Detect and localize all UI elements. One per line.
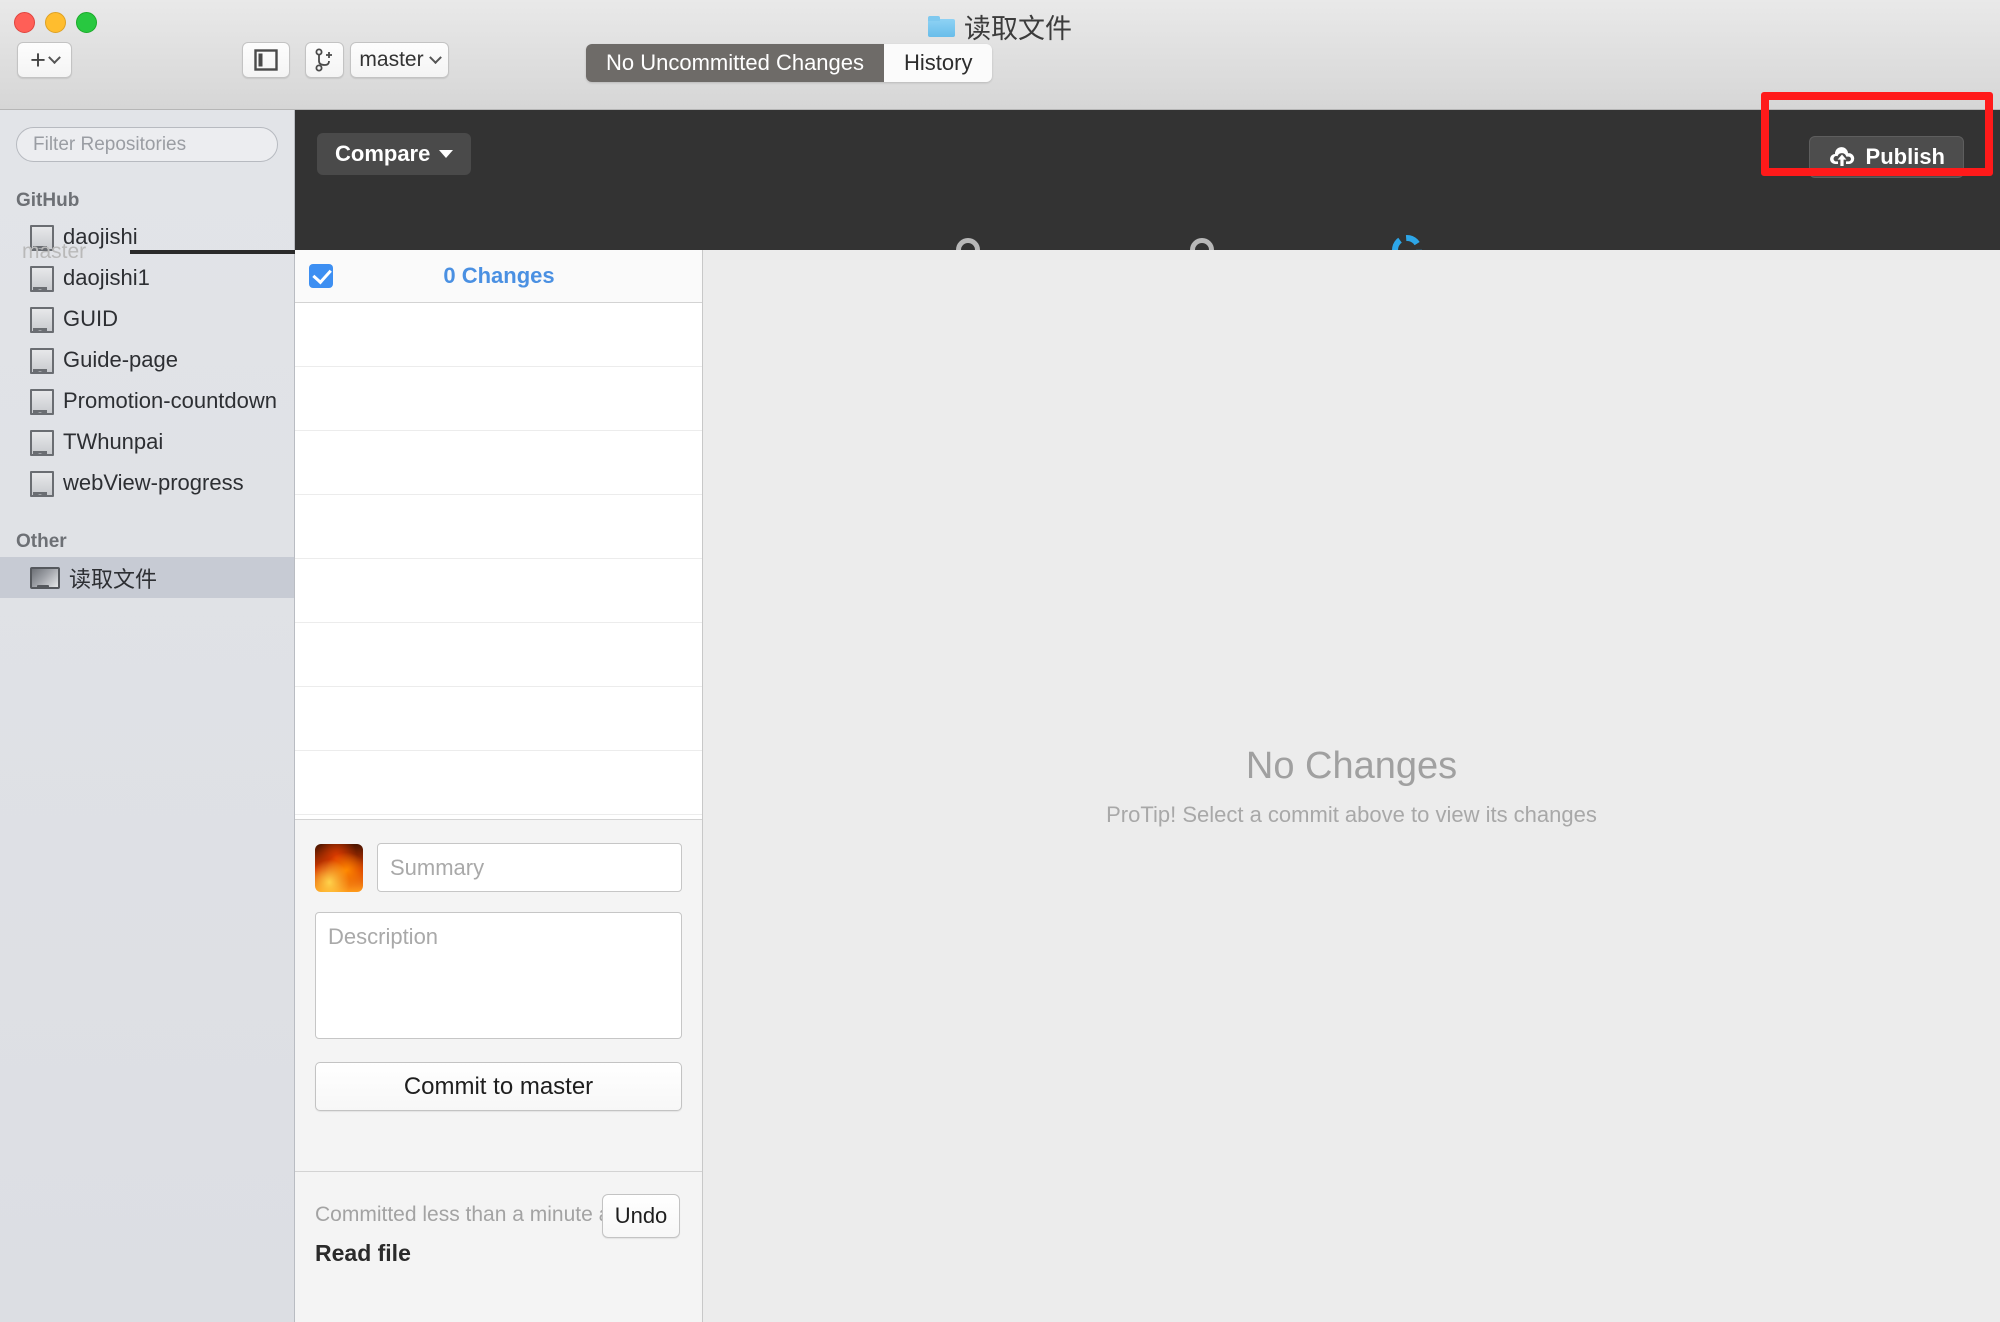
- changes-count-label: 0 Changes: [295, 263, 703, 289]
- empty-state-title: No Changes: [1246, 745, 1457, 788]
- commit-form: Summary Description Commit to master: [295, 819, 702, 1171]
- filter-repositories-input[interactable]: Filter Repositories: [16, 127, 278, 162]
- list-item[interactable]: [295, 303, 702, 367]
- repo-icon: [30, 348, 50, 372]
- empty-state-subtitle: ProTip! Select a commit above to view it…: [1106, 802, 1597, 828]
- repo-icon: [30, 389, 50, 413]
- branch-selector-label: master: [359, 48, 423, 72]
- summary-placeholder: Summary: [390, 855, 484, 881]
- changes-panel: 0 Changes Summary Description Commit to …: [295, 250, 703, 1322]
- changes-list: [295, 303, 702, 815]
- sidebar-item-label: 读取文件: [69, 562, 157, 594]
- view-tabs: No Uncommitted Changes History: [586, 44, 992, 82]
- publish-label: Publish: [1866, 144, 1945, 170]
- repo-icon: [30, 307, 50, 331]
- list-item[interactable]: [295, 367, 702, 431]
- compare-button[interactable]: Compare: [317, 133, 471, 175]
- repo-icon: [30, 471, 50, 495]
- window-title-text: 读取文件: [964, 7, 1072, 46]
- plus-icon: +: [30, 47, 46, 74]
- list-item[interactable]: [295, 431, 702, 495]
- sidebar-item-label: webView-progress: [63, 470, 244, 496]
- changes-header: 0 Changes: [295, 250, 702, 303]
- repo-icon: [30, 266, 50, 290]
- sidebar-item-guide-page[interactable]: Guide-page: [0, 339, 294, 380]
- triangle-down-icon: [439, 150, 453, 158]
- sidebar-panel-icon: [254, 49, 278, 71]
- list-item[interactable]: [295, 751, 702, 815]
- chevron-down-icon: [429, 51, 442, 64]
- filter-placeholder: Filter Repositories: [33, 134, 186, 156]
- publish-button[interactable]: Publish: [1809, 136, 1964, 178]
- summary-input[interactable]: Summary: [377, 843, 682, 892]
- timeline-branch-label: master: [22, 240, 86, 264]
- commit-to-master-button[interactable]: Commit to master: [315, 1062, 682, 1111]
- last-commit-time: Committed less than a minute ago: [315, 1203, 634, 1227]
- folder-icon: [928, 16, 955, 37]
- add-repository-button[interactable]: +: [17, 42, 72, 78]
- window-title: 读取文件: [0, 6, 2000, 46]
- sidebar-group-github: GitHub: [16, 190, 294, 212]
- undo-button[interactable]: Undo: [602, 1194, 680, 1238]
- title-bar: 读取文件 + master No Uncommitted Ch: [0, 0, 2000, 110]
- list-item[interactable]: [295, 559, 702, 623]
- sidebar: Filter Repositories GitHub daojishi daoj…: [0, 110, 295, 1322]
- sidebar-toggle-button[interactable]: [242, 42, 290, 78]
- sidebar-item-guid[interactable]: GUID: [0, 298, 294, 339]
- branch-selector-button[interactable]: master: [350, 42, 449, 78]
- chevron-down-icon: [48, 51, 61, 64]
- sidebar-item-label: Promotion-countdown: [63, 388, 277, 414]
- sidebar-item-label: TWhunpai: [63, 429, 163, 455]
- list-item[interactable]: [295, 623, 702, 687]
- sidebar-item-webview-progress[interactable]: webView-progress: [0, 462, 294, 503]
- list-item[interactable]: [295, 495, 702, 559]
- compare-label: Compare: [335, 141, 430, 167]
- diff-empty-state: No Changes ProTip! Select a commit above…: [703, 250, 2000, 1322]
- branch-plus-icon: [314, 48, 336, 72]
- description-input[interactable]: Description: [315, 912, 682, 1039]
- avatar: [315, 844, 363, 892]
- tab-history[interactable]: History: [884, 44, 992, 82]
- sidebar-item-dqwj[interactable]: 读取文件: [0, 557, 294, 598]
- sidebar-group-other: Other: [16, 531, 294, 553]
- list-item[interactable]: [295, 687, 702, 751]
- sidebar-item-label: Guide-page: [63, 347, 178, 373]
- tab-uncommitted-changes[interactable]: No Uncommitted Changes: [586, 44, 884, 82]
- sidebar-item-twhunpai[interactable]: TWhunpai: [0, 421, 294, 462]
- last-commit-bar: Committed less than a minute ago Read fi…: [295, 1171, 702, 1322]
- last-commit-message: Read file: [315, 1240, 411, 1267]
- description-placeholder: Description: [328, 924, 438, 949]
- monitor-icon: [30, 567, 56, 589]
- cloud-upload-icon: [1828, 147, 1856, 167]
- branch-header: Compare Publish: [295, 110, 2000, 250]
- app-window: 读取文件 + master No Uncommitted Ch: [0, 0, 2000, 1322]
- sidebar-item-label: daojishi1: [63, 265, 150, 291]
- new-branch-button[interactable]: [305, 42, 344, 78]
- repo-icon: [30, 430, 50, 454]
- sidebar-item-label: GUID: [63, 306, 118, 332]
- sidebar-item-promotion-countdown[interactable]: Promotion-countdown: [0, 380, 294, 421]
